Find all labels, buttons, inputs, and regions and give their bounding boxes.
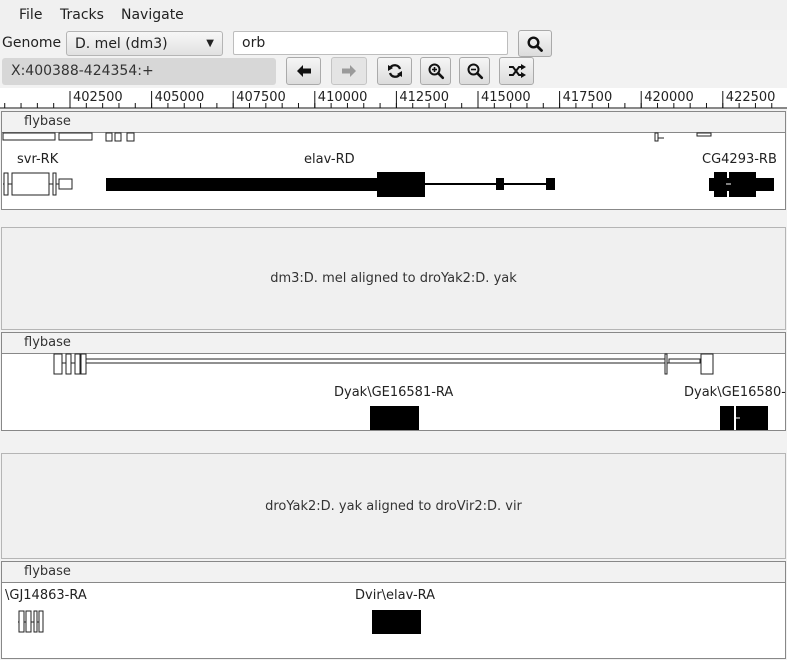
- gene-elav-rd[interactable]: [106, 172, 555, 197]
- shuffle-icon: [508, 64, 526, 78]
- gene-label: CG4293-RB: [702, 152, 777, 167]
- alignment-label: dm3:D. mel aligned to droYak2:D. yak: [270, 271, 517, 286]
- ruler: 402500 405000 407500 410000 412500 415000 4175…: [0, 88, 787, 109]
- gene-label: \GJ14863-RA: [5, 588, 87, 603]
- menu-tracks[interactable]: Tracks: [60, 7, 104, 23]
- arrow-left-icon: [296, 65, 311, 77]
- alignment-label: droYak2:D. yak aligned to droVir2:D. vir: [265, 498, 522, 514]
- menu-navigate[interactable]: Navigate: [121, 7, 184, 23]
- gene-svr-rk[interactable]: [3, 172, 73, 196]
- ruler-tick-label: 402500: [73, 90, 123, 105]
- zoom-in-button[interactable]: [420, 57, 451, 85]
- genome-select[interactable]: D. mel (dm3) ▼: [66, 31, 223, 56]
- ruler-tick-label: 417500: [562, 90, 613, 105]
- ruler-tick-label: 407500: [236, 90, 286, 105]
- forward-button[interactable]: [331, 57, 367, 85]
- gene-cg4293-rb[interactable]: [709, 172, 774, 197]
- menu-file[interactable]: File: [19, 7, 42, 23]
- chevron-down-icon: ▼: [206, 38, 214, 49]
- alignment-panel-mel-yak[interactable]: dm3:D. mel aligned to droYak2:D. yak: [1, 227, 786, 330]
- track-panel-dvir: flybase \GJ14863-RA Dvir\elav-RA: [1, 561, 786, 659]
- menu-bar: File Tracks Navigate: [0, 0, 787, 30]
- arrow-right-icon: [342, 65, 356, 77]
- locus-field[interactable]: X:400388-424354:+: [2, 58, 276, 85]
- track-panel-dmel: flybase svr-RK elav-RD CG4293-RB: [1, 111, 786, 210]
- ruler-tick-label: 420000: [644, 90, 694, 105]
- gene-dyak-upper[interactable]: [53, 353, 714, 375]
- zoom-out-icon: [467, 63, 483, 80]
- search-icon: [527, 35, 543, 52]
- zoom-in-icon: [428, 63, 444, 80]
- gene-dvir-elav-ra[interactable]: [372, 610, 421, 634]
- gene-label: Dvir\elav-RA: [355, 588, 436, 603]
- ruler-tick-label: 410000: [317, 90, 368, 105]
- gene-models-dmel: [2, 132, 774, 197]
- track-panel-dyak: flybase Dyak\GE16581-RA Dyak\GE16580-: [1, 332, 786, 431]
- gene-dyak-ge16581[interactable]: [370, 406, 419, 430]
- ruler-tick-label: 415000: [481, 90, 531, 105]
- refresh-button[interactable]: [377, 57, 412, 85]
- ruler-tick-label: 422500: [725, 90, 776, 105]
- gene-models-dvir: [18, 610, 421, 634]
- gene-gj14863-ra[interactable]: [18, 610, 44, 633]
- gene-label: elav-RD: [304, 152, 355, 167]
- back-button[interactable]: [286, 57, 321, 85]
- genome-label: Genome: [2, 35, 62, 51]
- gene-models-dyak: [53, 353, 768, 430]
- search-button[interactable]: [518, 30, 552, 57]
- gene-label: svr-RK: [17, 152, 59, 167]
- refresh-icon: [387, 64, 402, 78]
- gene-dyak-ge16580[interactable]: [720, 406, 768, 430]
- search-input[interactable]: orb: [233, 31, 508, 55]
- gene-label: Dyak\GE16581-RA: [334, 385, 454, 400]
- ruler-tick-label: 405000: [154, 90, 205, 105]
- shuffle-button[interactable]: [499, 57, 534, 85]
- ruler-tick-label: 412500: [399, 90, 450, 105]
- zoom-out-button[interactable]: [459, 57, 490, 85]
- alignment-panel-yak-vir[interactable]: droYak2:D. yak aligned to droVir2:D. vir: [1, 453, 786, 559]
- genome-select-value: D. mel (dm3): [75, 36, 168, 52]
- gene-label: Dyak\GE16580-: [684, 385, 786, 400]
